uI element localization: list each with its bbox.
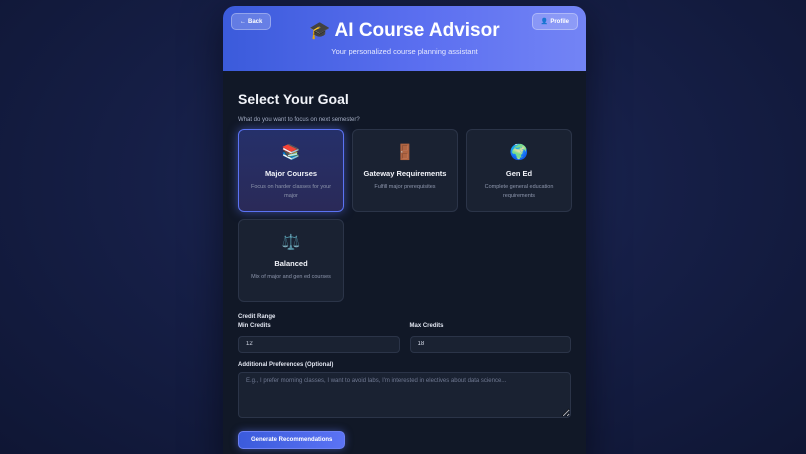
credit-inputs-row: Min Credits Max Credits <box>238 323 571 353</box>
max-credits-input[interactable] <box>409 335 571 353</box>
profile-label: Profile <box>550 18 569 25</box>
goal-heading: Select Your Goal <box>238 91 349 107</box>
option-label: Balanced <box>274 259 308 268</box>
scales-icon: ⚖️ <box>281 234 301 251</box>
header: ← Back 🎓 AI Course Advisor 👤 Profile Your… <box>223 6 586 71</box>
credit-range-section: Credit Range Min Credits Max Credits <box>238 314 571 353</box>
option-label: Gen Ed <box>505 169 533 178</box>
globe-icon: 🌍 <box>509 144 529 161</box>
min-credits-group: Min Credits <box>238 323 400 353</box>
advisor-card: ← Back 🎓 AI Course Advisor 👤 Profile Your… <box>223 6 586 454</box>
main-content: Select Your Goal What do you want to foc… <box>223 91 586 449</box>
goal-option-gen-ed[interactable]: 🌍 Gen Ed Complete general education requ… <box>466 129 572 212</box>
max-credits-label: Max Credits <box>409 323 444 329</box>
preferences-textarea[interactable] <box>238 371 571 418</box>
goal-option-gateway-requirements[interactable]: 🚪 Gateway Requirements Fulfill major pre… <box>352 129 458 212</box>
goal-option-balanced[interactable]: ⚖️ Balanced Mix of major and gen ed cour… <box>238 219 344 302</box>
goal-options: 📚 Major Courses Focus on harder classes … <box>238 129 572 302</box>
user-icon: 👤 <box>540 19 549 25</box>
door-icon: 🚪 <box>395 144 415 161</box>
min-credits-label: Min Credits <box>238 323 271 329</box>
max-credits-group: Max Credits <box>409 323 571 353</box>
preferences-label: Additional Preferences (Optional) <box>238 361 334 368</box>
option-description: Focus on harder classes for your major <box>250 184 332 199</box>
title-text: AI Course Advisor <box>334 20 500 41</box>
profile-button[interactable]: 👤 Profile <box>531 13 578 30</box>
goal-option-major-courses[interactable]: 📚 Major Courses Focus on harder classes … <box>238 129 344 212</box>
page-subtitle: Your personalized course planning assist… <box>331 47 478 56</box>
generate-recommendations-button[interactable]: Generate Recommendations <box>238 430 346 449</box>
option-description: Complete general education requirements <box>484 184 554 199</box>
option-description: Mix of major and gen ed courses <box>251 274 331 280</box>
credit-range-label: Credit Range <box>238 314 276 320</box>
min-credits-input[interactable] <box>238 335 400 353</box>
books-icon: 📚 <box>281 144 301 161</box>
option-description: Fulfill major prerequisites <box>374 184 436 190</box>
option-label: Major Courses <box>264 169 318 178</box>
goal-question: What do you want to focus on next semest… <box>238 117 360 123</box>
preferences-section: Additional Preferences (Optional) <box>238 362 571 423</box>
graduation-cap-icon: 🎓 <box>309 21 331 40</box>
option-label: Gateway Requirements <box>363 169 447 178</box>
